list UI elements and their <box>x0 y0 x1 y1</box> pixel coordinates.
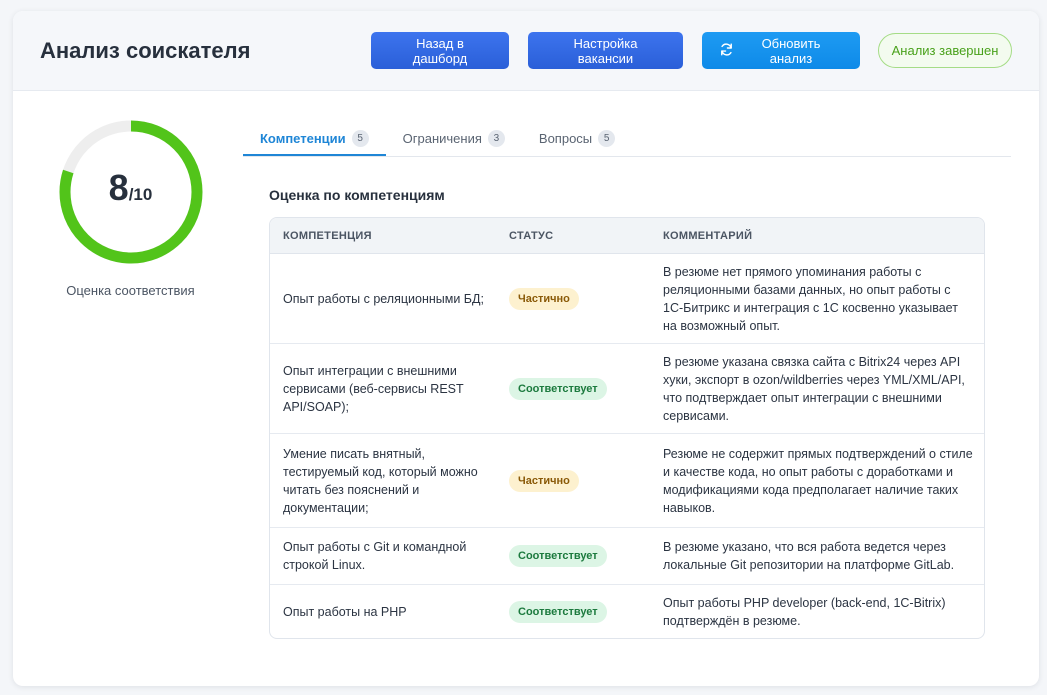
tab-count: 5 <box>351 130 369 147</box>
competency-cell: Опыт интеграции с внешними сервисами (ве… <box>283 363 464 414</box>
tab-count: 5 <box>598 130 616 147</box>
tab-label: Вопросы <box>538 131 593 146</box>
table-header: КОМПЕТЕНЦИЯ СТАТУС КОММЕНТАРИЙ <box>270 218 984 254</box>
status-badge: Соответствует <box>509 545 607 567</box>
table-row: Опыт работы с Git и командной строкой Li… <box>270 528 984 585</box>
tab-competencies[interactable]: Компетенции 5 <box>243 123 386 156</box>
comment-cell: Резюме не содержит прямых подтверждений … <box>663 446 973 515</box>
header: Анализ соискателя Назад в дашборд Настро… <box>13 11 1039 91</box>
status-badge: Соответствует <box>509 600 607 623</box>
refresh-icon <box>720 42 733 59</box>
competency-cell: Умение писать внятный, тестируемый код, … <box>283 446 478 515</box>
header-competency: КОМПЕТЕНЦИЯ <box>283 229 372 242</box>
tab-count: 3 <box>487 130 505 147</box>
back-to-dashboard-button[interactable]: Назад в дашборд <box>371 32 509 69</box>
comment-cell: В резюме нет прямого упоминания работы с… <box>663 264 958 333</box>
main-content: Компетенции 5 Ограничения 3 Вопросы 5 Оц… <box>243 123 1011 639</box>
section-title: Оценка по компетенциям <box>269 187 445 203</box>
competency-cell: Опыт работы с Git и командной строкой Li… <box>283 540 467 572</box>
tab-questions[interactable]: Вопросы 5 <box>522 123 632 156</box>
tab-label: Компетенции <box>260 131 346 146</box>
page-title: Анализ соискателя <box>40 37 251 63</box>
comment-cell: В резюме указана связка сайта с Bitrix24… <box>663 354 965 423</box>
vacancy-settings-button[interactable]: Настройка вакансии <box>528 32 683 69</box>
analysis-card: Анализ соискателя Назад в дашборд Настро… <box>13 11 1039 686</box>
tab-bar: Компетенции 5 Ограничения 3 Вопросы 5 <box>243 123 1011 157</box>
score-max: /10 <box>128 185 153 204</box>
comment-cell: В резюме указано, что вся работа ведется… <box>663 540 955 572</box>
table-row: Опыт работы с реляционными БД; Частично … <box>270 254 984 344</box>
header-status: СТАТУС <box>509 229 554 242</box>
refresh-analysis-button[interactable]: Обновить анализ <box>702 32 860 69</box>
competency-table: КОМПЕТЕНЦИЯ СТАТУС КОММЕНТАРИЙ Опыт рабо… <box>269 217 985 639</box>
score-gauge: 8/10 <box>56 117 206 267</box>
score-label: Оценка соответствия <box>66 283 195 298</box>
status-badge: Частично <box>509 469 579 492</box>
table-row: Опыт работы на PHP Соответствует Опыт ра… <box>270 585 984 638</box>
table-row: Умение писать внятный, тестируемый код, … <box>270 434 984 528</box>
table-row: Опыт интеграции с внешними сервисами (ве… <box>270 344 984 434</box>
competency-cell: Опыт работы с реляционными БД; <box>283 291 484 306</box>
refresh-label: Обновить анализ <box>761 35 821 66</box>
status-badge: Соответствует <box>509 377 607 400</box>
comment-cell: Опыт работы PHP developer (back-end, 1C-… <box>663 595 946 628</box>
status-badge: Частично <box>509 287 579 310</box>
score-value: 8/10 <box>56 167 206 209</box>
score-number: 8 <box>108 167 129 208</box>
header-comment: КОММЕНТАРИЙ <box>663 229 753 242</box>
score-panel: 8/10 Оценка соответствия <box>33 111 228 298</box>
competency-cell: Опыт работы на PHP <box>283 604 407 619</box>
status-badge: Анализ завершен <box>878 33 1012 68</box>
tab-restrictions[interactable]: Ограничения 3 <box>386 123 522 156</box>
tab-label: Ограничения <box>402 131 482 146</box>
